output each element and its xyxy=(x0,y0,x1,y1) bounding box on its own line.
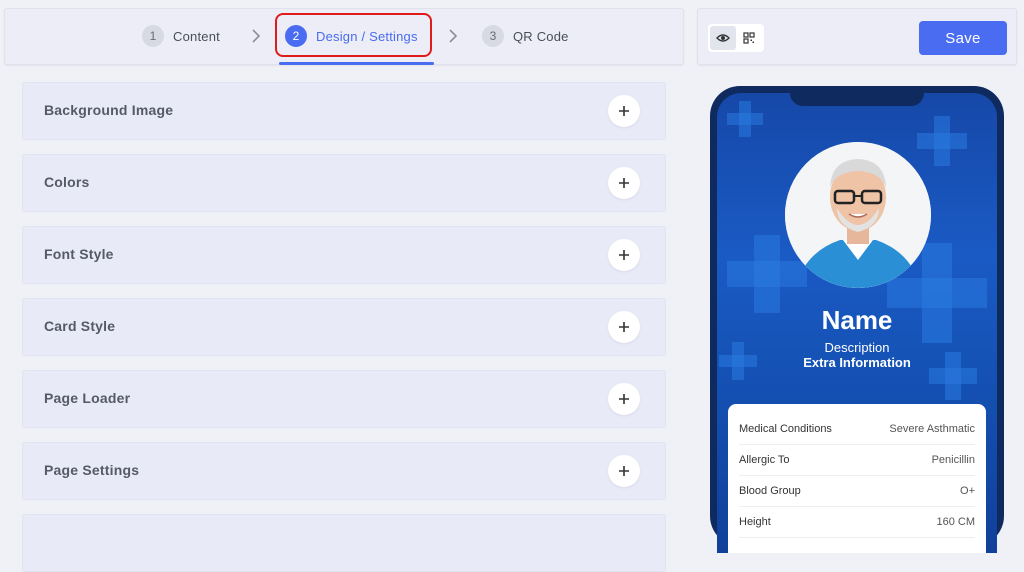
accordion-title: Card Style xyxy=(44,318,116,334)
info-label: Height xyxy=(739,516,771,528)
highlight-annotation xyxy=(275,13,432,57)
plus-icon xyxy=(619,106,629,116)
accordion-title: Colors xyxy=(44,174,90,190)
qr-mode-button[interactable] xyxy=(736,26,762,50)
step-content[interactable]: 1 Content xyxy=(142,23,220,49)
expand-button[interactable] xyxy=(608,455,640,487)
expand-button[interactable] xyxy=(608,239,640,271)
step-label: QR Code xyxy=(513,28,569,44)
info-row: Medical Conditions Severe Asthmatic xyxy=(739,414,975,445)
accordion-next[interactable] xyxy=(22,514,666,572)
preview-toolbar: Save xyxy=(697,8,1017,65)
phone-notch xyxy=(790,93,924,106)
expand-button[interactable] xyxy=(608,311,640,343)
chevron-right-icon xyxy=(252,29,261,43)
profile-extra-info: Extra Information xyxy=(803,355,911,370)
step-qr-code[interactable]: 3 QR Code xyxy=(482,23,569,49)
accordion-page-loader[interactable]: Page Loader xyxy=(22,370,666,428)
step-label: Content xyxy=(173,28,220,44)
step-navigation: 1 Content 2 Design / Settings 3 QR Code xyxy=(4,8,684,65)
editor-panel: 1 Content 2 Design / Settings 3 QR Code … xyxy=(0,0,688,572)
plus-icon xyxy=(619,322,629,332)
chevron-right-icon xyxy=(449,29,458,43)
step-number: 1 xyxy=(142,25,164,47)
preview-mode-button[interactable] xyxy=(710,26,736,50)
info-label: Allergic To xyxy=(739,454,790,466)
plus-icon xyxy=(619,466,629,476)
person-portrait-icon xyxy=(785,142,931,288)
step-number: 3 xyxy=(482,25,504,47)
view-mode-toggle xyxy=(708,24,764,52)
accordion-card-style[interactable]: Card Style xyxy=(22,298,666,356)
accordion-page-settings[interactable]: Page Settings xyxy=(22,442,666,500)
profile-description: Description xyxy=(824,340,890,355)
plus-icon xyxy=(619,250,629,260)
info-row: Blood Group O+ xyxy=(739,476,975,507)
accordion-colors[interactable]: Colors xyxy=(22,154,666,212)
info-row: Height 160 CM xyxy=(739,507,975,538)
info-value: 160 CM xyxy=(936,516,975,528)
plus-icon xyxy=(619,178,629,188)
decor-cross xyxy=(754,235,780,313)
accordion-title: Background Image xyxy=(44,102,174,118)
plus-icon xyxy=(619,394,629,404)
accordion-title: Page Loader xyxy=(44,390,131,406)
info-label: Blood Group xyxy=(739,485,801,497)
info-label: Medical Conditions xyxy=(739,423,832,435)
profile-photo xyxy=(785,142,931,288)
accordion-font-style[interactable]: Font Style xyxy=(22,226,666,284)
eye-icon xyxy=(716,34,730,42)
profile-name: Name xyxy=(821,305,893,335)
decor-cross xyxy=(934,116,950,166)
info-value: Severe Asthmatic xyxy=(889,423,975,435)
medical-info-card: Medical Conditions Severe Asthmatic Alle… xyxy=(728,404,986,553)
info-value: O+ xyxy=(960,485,975,497)
phone-preview: Name Description Extra Information Medic… xyxy=(710,86,1004,553)
decor-cross xyxy=(739,101,751,137)
qr-code-icon xyxy=(743,32,755,44)
expand-button[interactable] xyxy=(608,167,640,199)
accordion-background-image[interactable]: Background Image xyxy=(22,82,666,140)
expand-button[interactable] xyxy=(608,95,640,127)
accordion-title: Page Settings xyxy=(44,462,140,478)
expand-button[interactable] xyxy=(608,383,640,415)
accordion-title: Font Style xyxy=(44,246,114,262)
save-button[interactable]: Save xyxy=(919,21,1007,55)
info-value: Penicillin xyxy=(931,454,975,466)
phone-screen: Name Description Extra Information Medic… xyxy=(717,93,997,553)
active-step-indicator xyxy=(279,62,434,65)
info-row: Allergic To Penicillin xyxy=(739,445,975,476)
